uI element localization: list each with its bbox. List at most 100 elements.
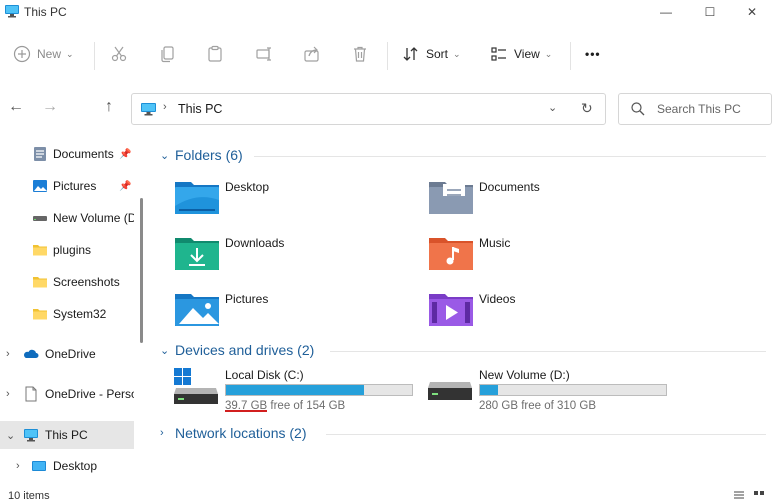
up-button[interactable]: ↑ [98, 96, 120, 118]
sidebar-item-label: System32 [53, 307, 107, 321]
drive-usage-fill [480, 385, 499, 395]
sidebar-item-desktop[interactable]: › Desktop [0, 453, 134, 479]
this-pc-icon [141, 103, 156, 116]
status-bar: 10 items [0, 488, 774, 500]
chevron-down-icon[interactable]: ⌄ [548, 101, 557, 114]
drive-local-disk-c[interactable]: Local Disk (C:) 39.7 GB free of 154 GB [174, 368, 434, 418]
view-toggle-icon[interactable] [732, 490, 768, 500]
drive-usage-bar [479, 384, 667, 396]
chevron-down-icon: ⌄ [544, 48, 553, 59]
drive-free-space: 280 GB free of 310 GB [479, 400, 596, 412]
sidebar-item-this-pc[interactable]: ⌄ This PC [0, 421, 134, 449]
videos-folder-icon [429, 294, 473, 326]
chevron-right-icon[interactable]: › [6, 388, 10, 400]
share-icon [304, 46, 319, 62]
network-group-header[interactable]: › Network locations (2) [160, 425, 307, 441]
minimize-button[interactable]: — [644, 0, 688, 24]
new-button[interactable]: New ⌄ [13, 42, 74, 66]
navigation-pane: Documents 📌 Pictures 📌 New Volume (D:) p… [0, 138, 140, 488]
pin-icon: 📌 [119, 148, 132, 160]
search-input[interactable] [657, 100, 767, 118]
sidebar-item-documents[interactable]: Documents 📌 [0, 141, 134, 167]
new-label: New [37, 47, 62, 61]
content-pane: ⌄ Folders (6) Desktop Documents Download… [150, 138, 774, 488]
group-divider [330, 351, 766, 352]
item-count: 10 items [8, 490, 50, 500]
chevron-right-icon[interactable]: › [16, 460, 20, 472]
folder-music[interactable]: Music [429, 234, 669, 278]
plus-circle-icon [13, 45, 31, 63]
documents-icon [34, 147, 46, 161]
drive-icon [33, 216, 47, 221]
group-title: Folders (6) [175, 147, 243, 163]
search-icon [631, 102, 645, 116]
share-button[interactable] [303, 42, 321, 66]
cut-button[interactable] [110, 42, 128, 66]
sidebar-item-onedrive[interactable]: › OneDrive [0, 341, 134, 367]
forward-button[interactable]: → [39, 96, 61, 118]
close-button[interactable]: ✕ [730, 0, 774, 24]
folder-pictures[interactable]: Pictures [175, 290, 415, 334]
breadcrumb-separator-icon: › [163, 101, 167, 113]
drive-name: New Volume (D:) [479, 368, 570, 382]
command-bar: New ⌄ Sort ⌄ View ⌄ ••• [0, 28, 774, 80]
documents-folder-icon [429, 182, 473, 214]
title-bar: This PC — ☐ ✕ [0, 0, 774, 24]
folder-desktop[interactable]: Desktop [175, 178, 415, 222]
folders-group-header[interactable]: ⌄ Folders (6) [160, 147, 243, 163]
pin-icon: 📌 [119, 180, 132, 192]
drives-group-header[interactable]: ⌄ Devices and drives (2) [160, 342, 314, 358]
drive-free-rest: free of 154 GB [267, 400, 346, 412]
desktop-folder-icon [175, 182, 219, 214]
search-box[interactable] [618, 93, 772, 125]
group-divider [326, 434, 766, 435]
windows-drive-icon [174, 368, 218, 404]
sidebar-scrollbar[interactable] [140, 198, 143, 343]
maximize-button[interactable]: ☐ [688, 0, 732, 24]
rename-icon [256, 47, 271, 61]
annotation-underline [225, 410, 267, 412]
address-bar[interactable]: › This PC ⌄ ↻ [131, 93, 606, 125]
sidebar-item-new-volume[interactable]: New Volume (D:) [0, 205, 134, 231]
onedrive-icon [24, 349, 39, 358]
sidebar-item-label: Pictures [53, 179, 97, 193]
sidebar-item-pictures[interactable]: Pictures 📌 [0, 173, 134, 199]
folder-videos[interactable]: Videos [429, 290, 669, 334]
view-label: View [514, 47, 540, 61]
delete-button[interactable] [351, 42, 369, 66]
folder-icon [33, 277, 47, 288]
sidebar-item-onedrive-personal[interactable]: › OneDrive - Personal [0, 381, 134, 407]
file-icon [25, 386, 37, 402]
music-folder-icon [429, 238, 473, 270]
back-button[interactable]: ← [5, 96, 27, 118]
chevron-down-icon: ⌄ [453, 48, 461, 59]
sidebar-item-label: New Volume (D:) [53, 211, 134, 225]
sidebar-item-screenshots[interactable]: Screenshots [0, 269, 134, 295]
this-pc-icon [24, 429, 38, 442]
refresh-icon[interactable]: ↻ [581, 100, 593, 117]
toolbar-divider [94, 42, 95, 70]
toolbar-divider [387, 42, 388, 70]
sidebar-item-system32[interactable]: System32 [0, 301, 134, 327]
chevron-down-icon: ⌄ [160, 149, 170, 162]
sort-button[interactable]: Sort ⌄ [402, 42, 461, 66]
sidebar-item-plugins[interactable]: plugins [0, 237, 134, 263]
clipboard-icon [208, 45, 222, 62]
address-text[interactable]: This PC [178, 102, 222, 116]
drive-icon [428, 382, 472, 400]
sort-label: Sort [426, 47, 449, 61]
folder-documents[interactable]: Documents [429, 178, 669, 222]
chevron-down-icon[interactable]: ⌄ [6, 429, 15, 442]
pictures-folder-icon [175, 294, 219, 326]
more-options-button[interactable]: ••• [585, 42, 601, 66]
view-button[interactable]: View ⌄ [490, 42, 552, 66]
folder-label: Music [479, 236, 511, 250]
drive-new-volume-d[interactable]: New Volume (D:) 280 GB free of 310 GB [428, 368, 688, 418]
rename-button[interactable] [255, 42, 273, 66]
chevron-right-icon[interactable]: › [6, 348, 10, 360]
folder-downloads[interactable]: Downloads [175, 234, 415, 278]
copy-button[interactable] [159, 42, 177, 66]
drive-usage-bar [225, 384, 413, 396]
downloads-folder-icon [175, 238, 219, 270]
paste-button[interactable] [206, 42, 224, 66]
